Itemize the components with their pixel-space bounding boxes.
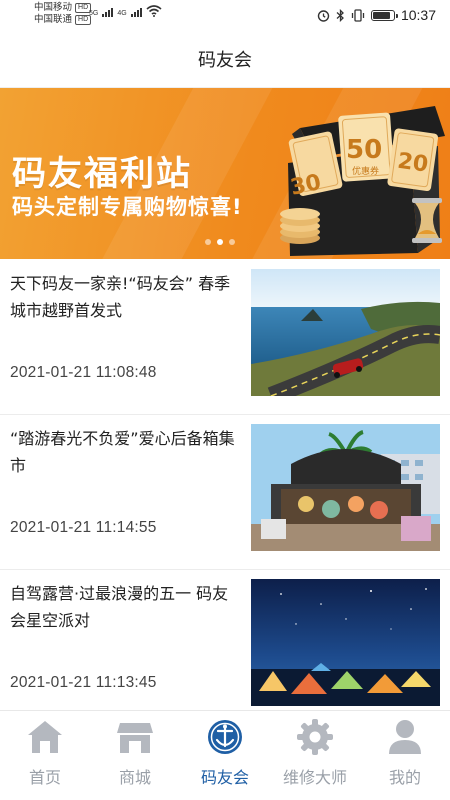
item-timestamp: 2021-01-21 11:13:45 bbox=[10, 674, 157, 691]
tab-label: 商城 bbox=[118, 768, 151, 787]
signal-icon bbox=[130, 8, 142, 17]
tab-mine[interactable]: 我的 bbox=[360, 711, 450, 800]
item-title: “踏游春光不负爱”爱心后备箱集市 bbox=[10, 429, 235, 475]
banner-title: 码友福利站 bbox=[12, 154, 192, 194]
item-timestamp: 2021-01-21 11:08:48 bbox=[10, 364, 157, 381]
list-item[interactable]: “踏游春光不负爱”爱心后备箱集市 2021-01-21 11:14:55 bbox=[0, 415, 450, 570]
tab-label: 维修大师 bbox=[282, 768, 347, 787]
club-logo-icon bbox=[205, 717, 245, 757]
item-thumbnail[interactable] bbox=[251, 269, 440, 396]
carrier-info: 中国移动 HD 中国联通 HD bbox=[34, 2, 92, 26]
title-bar: 码友会 bbox=[0, 30, 450, 88]
news-feed: 天下码友一家亲!“码友会” 春季城市越野首发式 2021-01-21 11:08… bbox=[0, 260, 450, 725]
bluetooth-icon bbox=[336, 8, 344, 22]
ticket-caption: 优惠券 bbox=[352, 165, 379, 177]
pagination-dot[interactable] bbox=[229, 239, 235, 245]
gift-box-illustration: 30 50 优惠券 20 bbox=[280, 106, 445, 256]
net-type-1: 5G bbox=[89, 10, 99, 17]
item-thumbnail[interactable] bbox=[251, 424, 440, 551]
list-item[interactable]: 天下码友一家亲!“码友会” 春季城市越野首发式 2021-01-21 11:08… bbox=[0, 260, 450, 415]
item-title: 自驾露营·过最浪漫的五一 码友会星空派对 bbox=[10, 584, 229, 630]
page-title: 码友会 bbox=[198, 49, 252, 70]
vibrate-icon bbox=[351, 8, 365, 22]
ticket-20-value: 20 bbox=[396, 149, 430, 178]
app-screen: 中国移动 HD 中国联通 HD 5G 4G 10:37 码友会 码友福利站 码头… bbox=[0, 0, 450, 800]
list-item[interactable]: 自驾露营·过最浪漫的五一 码友会星空派对 2021-01-21 11:13:45 bbox=[0, 570, 450, 725]
user-icon bbox=[385, 717, 425, 757]
net-type-2: 4G bbox=[117, 10, 127, 17]
banner-subtitle: 码头定制专属购物惊喜! bbox=[12, 195, 243, 219]
tab-label: 码友会 bbox=[200, 768, 249, 787]
item-title: 天下码友一家亲!“码友会” 春季城市越野首发式 bbox=[10, 274, 231, 320]
tab-store[interactable]: 商城 bbox=[90, 711, 180, 800]
carrier-1: 中国移动 bbox=[34, 2, 73, 13]
tab-home[interactable]: 首页 bbox=[0, 711, 90, 800]
ticket-50-value: 50 bbox=[346, 135, 382, 165]
banner-pagination[interactable] bbox=[205, 239, 235, 245]
signal-icon bbox=[102, 8, 114, 17]
tab-label: 首页 bbox=[28, 768, 61, 787]
tab-club[interactable]: 码友会 bbox=[180, 711, 270, 800]
carrier-2: 中国联通 bbox=[34, 14, 73, 25]
home-icon bbox=[25, 717, 65, 757]
promo-banner[interactable]: 码友福利站 码头定制专属购物惊喜! 30 50 优惠券 20 bbox=[0, 88, 450, 259]
status-right: 10:37 bbox=[317, 7, 436, 23]
tab-label: 我的 bbox=[388, 768, 421, 787]
item-thumbnail[interactable] bbox=[251, 579, 440, 706]
pagination-dot[interactable] bbox=[205, 239, 211, 245]
store-icon bbox=[115, 717, 155, 757]
alarm-icon bbox=[317, 9, 330, 22]
battery-icon bbox=[370, 9, 398, 21]
wifi-icon bbox=[146, 5, 162, 17]
item-timestamp: 2021-01-21 11:14:55 bbox=[10, 519, 157, 536]
bottom-tab-bar: 首页 商城 码友会 维修大师 我的 bbox=[0, 710, 450, 800]
pagination-dot-active[interactable] bbox=[217, 239, 223, 245]
status-bar: 中国移动 HD 中国联通 HD 5G 4G 10:37 bbox=[0, 0, 450, 30]
gear-icon bbox=[295, 717, 335, 757]
clock: 10:37 bbox=[400, 7, 436, 23]
signal-indicators: 5G 4G bbox=[89, 5, 162, 17]
tab-repair[interactable]: 维修大师 bbox=[270, 711, 360, 800]
